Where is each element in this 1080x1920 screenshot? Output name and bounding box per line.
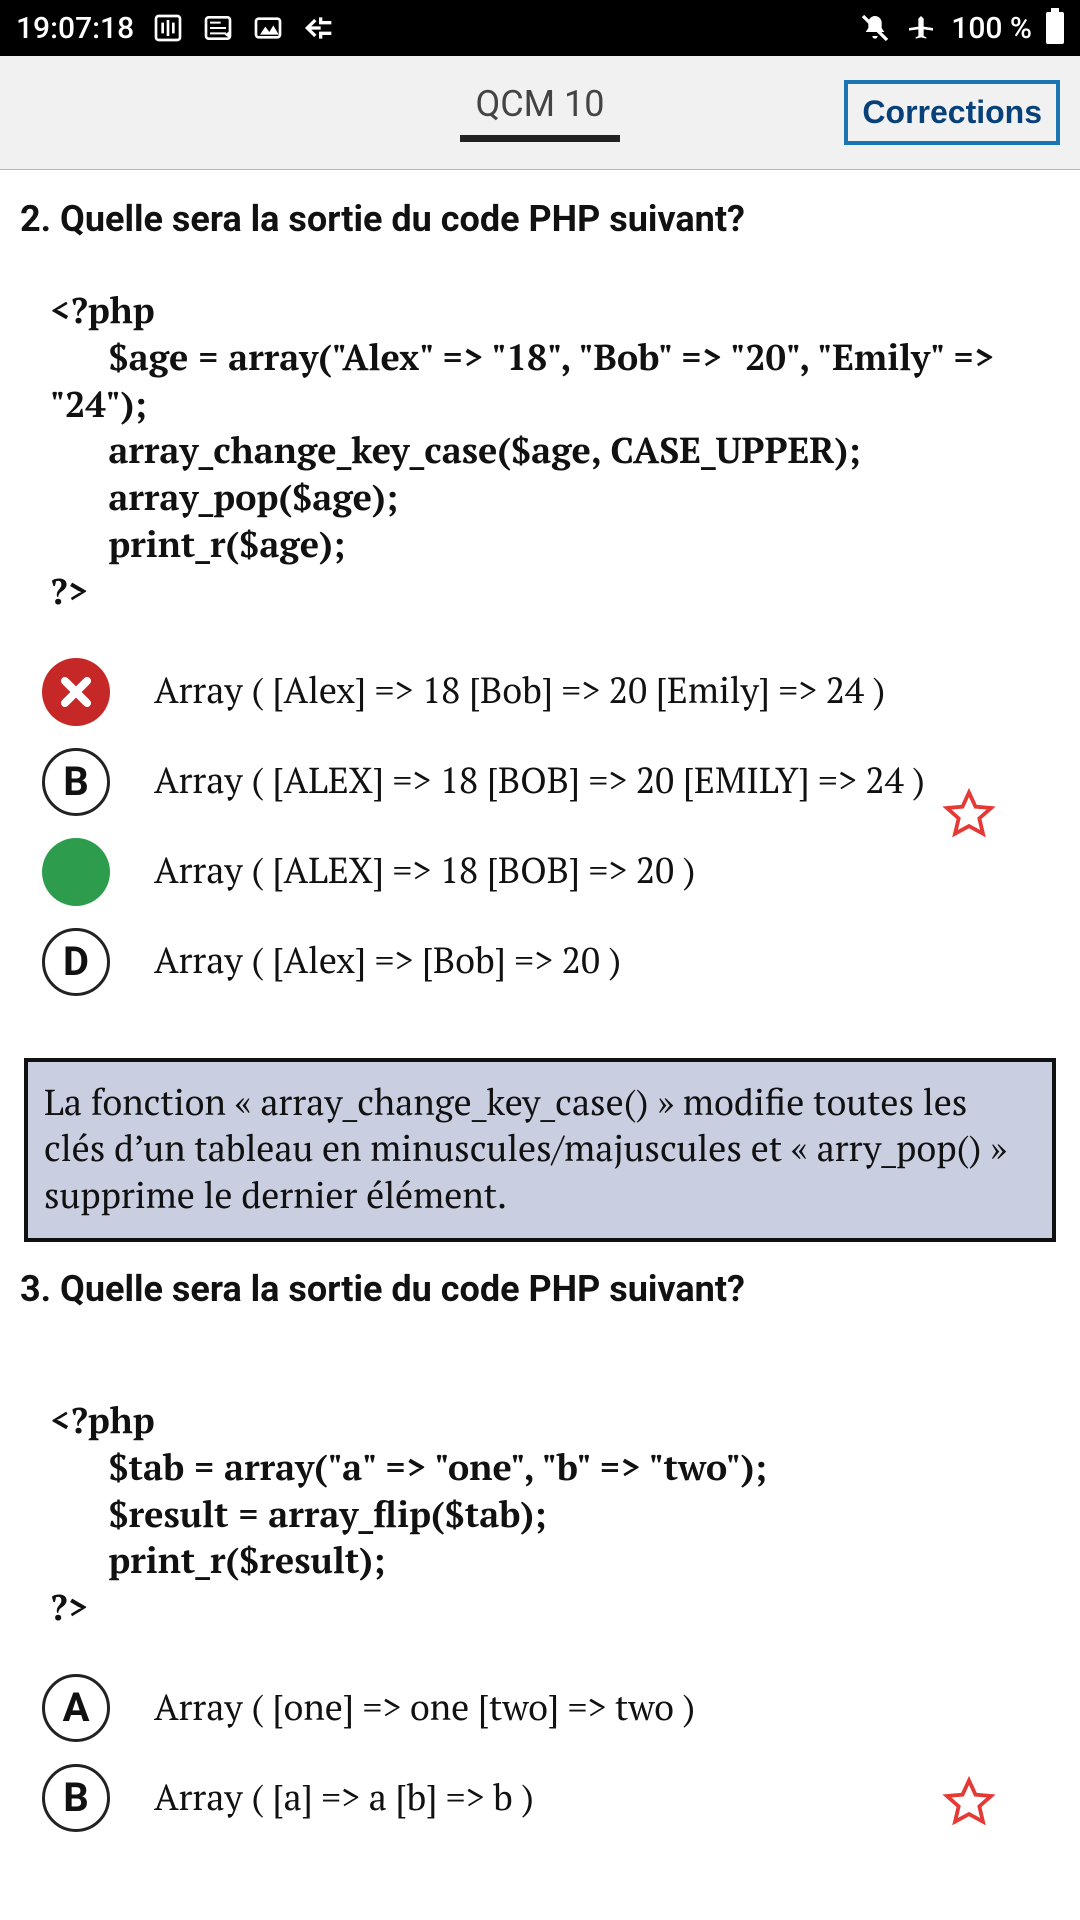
corrections-button[interactable]: Corrections	[844, 80, 1060, 145]
status-time: 19:07:18	[16, 11, 134, 46]
answer-a[interactable]: Array ( [Alex] => 18 [Bob] => 20 [Emily]…	[28, 658, 1042, 726]
wrong-icon	[42, 658, 110, 726]
answer-text: Array ( [Alex] => 18 [Bob] => 20 [Emily]…	[154, 667, 1042, 716]
content: 2. Quelle sera la sortie du code PHP sui…	[0, 170, 1080, 1882]
status-left: 19:07:18	[16, 11, 334, 46]
page-title: QCM 10	[460, 83, 620, 135]
correct-icon	[42, 838, 110, 906]
battery-text: 100 %	[951, 11, 1032, 46]
status-right: 100 %	[859, 11, 1064, 46]
airplane-icon	[905, 12, 937, 44]
star-icon[interactable]	[942, 1776, 996, 1830]
star-icon[interactable]	[942, 788, 996, 842]
answer-text: Array ( [ALEX] => 18 [BOB] => 20 [EMILY]…	[154, 757, 1042, 806]
prayer-icon	[152, 12, 184, 44]
answers-list: Array ( [Alex] => 18 [Bob] => 20 [Emily]…	[20, 644, 1060, 1046]
battery-icon	[1046, 12, 1064, 44]
answer-text: Array ( [ALEX] => 18 [BOB] => 20 )	[154, 847, 1042, 896]
answer-b[interactable]: B Array ( [ALEX] => 18 [BOB] => 20 [EMIL…	[28, 748, 1042, 816]
answer-a[interactable]: A Array ( [one] => one [two] => two )	[28, 1674, 1042, 1742]
answer-letter: A	[42, 1674, 110, 1742]
answer-letter: B	[42, 748, 110, 816]
answer-text: Array ( [Alex] => [Bob] => 20 )	[154, 937, 1042, 986]
code-block: <?php $age = array("Alex" => "18", "Bob"…	[20, 288, 1060, 644]
app-header: QCM 10 Corrections	[0, 56, 1080, 170]
header-title-wrap[interactable]: QCM 10	[460, 83, 620, 142]
answer-text: Array ( [a] => a [b] => b )	[154, 1774, 1042, 1823]
answer-letter: B	[42, 1764, 110, 1832]
answers-list: A Array ( [one] => one [two] => two ) B …	[20, 1660, 1060, 1882]
question-title: 3. Quelle sera la sortie du code PHP sui…	[20, 1268, 1060, 1310]
bell-off-icon	[859, 12, 891, 44]
answer-b[interactable]: B Array ( [a] => a [b] => b )	[28, 1764, 1042, 1832]
question-title: 2. Quelle sera la sortie du code PHP sui…	[20, 198, 1060, 240]
share-icon	[302, 12, 334, 44]
answer-letter: D	[42, 928, 110, 996]
explanation-box: La fonction « array_change_key_case() » …	[24, 1058, 1056, 1242]
title-underline	[460, 135, 620, 142]
answer-c[interactable]: Array ( [ALEX] => 18 [BOB] => 20 )	[28, 838, 1042, 906]
question-3: 3. Quelle sera la sortie du code PHP sui…	[20, 1268, 1060, 1882]
status-bar: 19:07:18 100 %	[0, 0, 1080, 56]
news-icon	[202, 12, 234, 44]
answer-text: Array ( [one] => one [two] => two )	[154, 1684, 1042, 1733]
code-block: <?php $tab = array("a" => "one", "b" => …	[20, 1358, 1060, 1660]
answer-d[interactable]: D Array ( [Alex] => [Bob] => 20 )	[28, 928, 1042, 996]
gallery-icon	[252, 12, 284, 44]
question-2: 2. Quelle sera la sortie du code PHP sui…	[20, 198, 1060, 1242]
